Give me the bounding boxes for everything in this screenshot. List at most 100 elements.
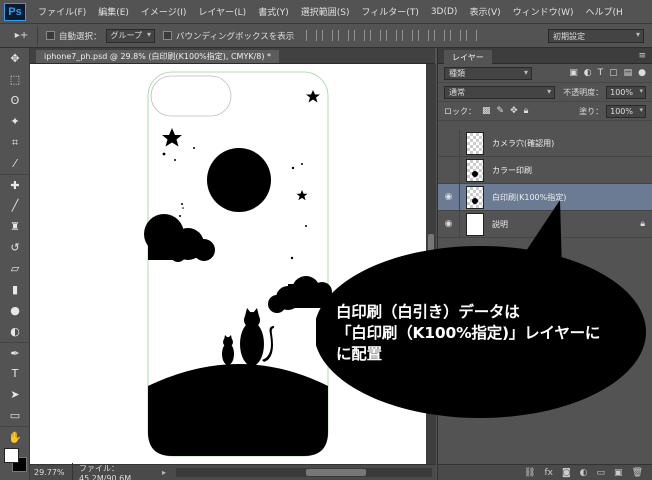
align-top-icon[interactable] xyxy=(306,30,318,41)
menu-edit[interactable]: 編集(E) xyxy=(92,5,135,18)
shape-tool-icon[interactable]: ▭ xyxy=(0,405,30,426)
visibility-toggle[interactable]: ◉ xyxy=(438,156,460,184)
align-center-icon[interactable] xyxy=(370,30,382,41)
lock-icons: ▩ ✎ ✥ 🔒︎ xyxy=(482,106,528,116)
layer-row[interactable]: ◉ カラー印刷 xyxy=(438,156,652,184)
filter-kind-dropdown[interactable]: 種類 xyxy=(444,66,532,80)
pixel-filter-icon[interactable]: ▣ xyxy=(569,68,578,78)
align-middle-icon[interactable] xyxy=(322,30,334,41)
distribute-bottom-icon[interactable] xyxy=(434,30,446,41)
shape-filter-icon[interactable]: ▢ xyxy=(609,68,618,78)
path-selection-tool-icon[interactable]: ➤ xyxy=(0,384,30,405)
distribute-center-icon[interactable] xyxy=(466,30,478,41)
lock-position-icon[interactable]: ✥ xyxy=(510,106,518,116)
move-tool-icon[interactable]: ✥ xyxy=(0,48,30,69)
menu-3d[interactable]: 3D(D) xyxy=(425,7,464,17)
distribute-left-icon[interactable] xyxy=(450,30,462,41)
callout-line: に配置 xyxy=(336,345,382,363)
bounding-box-checkbox[interactable] xyxy=(163,31,173,40)
marquee-tool-icon[interactable]: ⬚ xyxy=(0,69,30,90)
callout-line: 白印刷（白引き）データは xyxy=(336,303,520,321)
auto-select-checkbox[interactable] xyxy=(46,31,55,40)
lock-all-icon[interactable]: 🔒︎ xyxy=(524,106,529,116)
visibility-toggle[interactable]: ◉ xyxy=(438,129,460,157)
menu-layer[interactable]: レイヤー(L) xyxy=(192,5,252,18)
filter-icons: ▣ ◐ T ▢ ▤ ● xyxy=(569,68,646,78)
menu-file[interactable]: ファイル(F) xyxy=(32,5,92,18)
lock-row: ロック： ▩ ✎ ✥ 🔒︎ 塗り： 100% xyxy=(438,102,652,121)
workspace-dropdown[interactable]: 初期設定 xyxy=(548,29,644,43)
lasso-tool-icon[interactable]: ʘ xyxy=(0,90,30,111)
align-right-icon[interactable] xyxy=(386,30,398,41)
eye-icon: ◉ xyxy=(438,165,459,175)
color-swatches[interactable] xyxy=(4,448,28,474)
auto-select-dropdown[interactable]: グループ xyxy=(105,28,156,43)
layers-panel-tabs: レイヤー ≡ xyxy=(438,48,652,64)
opacity-label: 不透明度： xyxy=(563,87,604,97)
star-shape xyxy=(296,190,308,201)
lock-pixels-icon[interactable]: ✎ xyxy=(497,106,505,116)
crop-tool-icon[interactable]: ⌗ xyxy=(0,132,30,153)
lock-label: ロック： xyxy=(444,106,476,116)
file-size-info: ファイル：45.2M/90.6M xyxy=(72,462,162,480)
document-tab[interactable]: iphone7_ph.psd @ 29.8% (白印刷(K100%指定), CM… xyxy=(36,50,280,63)
panel-menu-icon[interactable]: ≡ xyxy=(638,51,646,61)
star-shape xyxy=(306,90,320,103)
distribute-top-icon[interactable] xyxy=(402,30,414,41)
menu-type[interactable]: 書式(Y) xyxy=(252,5,295,18)
clone-stamp-tool-icon[interactable]: ♜ xyxy=(0,216,30,237)
smart-object-filter-icon[interactable]: ▤ xyxy=(624,68,633,78)
filter-row: 種類 ▣ ◐ T ▢ ▤ ● xyxy=(438,64,652,83)
hand-tool-icon[interactable]: ✋ xyxy=(0,426,30,447)
distribute-middle-icon[interactable] xyxy=(418,30,430,41)
eraser-tool-icon[interactable]: ▱ xyxy=(0,258,30,279)
magic-wand-tool-icon[interactable]: ✦ xyxy=(0,111,30,132)
type-tool-icon[interactable]: T xyxy=(0,363,30,384)
adjustment-filter-icon[interactable]: ◐ xyxy=(584,68,592,78)
healing-brush-tool-icon[interactable]: ✚ xyxy=(0,174,30,195)
callout-text: 白印刷（白引き）データは 「白印刷（K100%指定)」レイヤーに に配置 xyxy=(336,302,652,365)
opacity-value: 100% xyxy=(610,87,633,97)
layer-row[interactable]: ◉ カメラ穴(確認用) xyxy=(438,129,652,157)
foreground-color-swatch[interactable] xyxy=(4,448,19,463)
auto-select-value: グループ xyxy=(110,31,143,40)
pen-tool-icon[interactable]: ✒ xyxy=(0,342,30,363)
menu-window[interactable]: ウィンドウ(W) xyxy=(507,5,580,18)
photoshop-logo: Ps xyxy=(4,2,26,21)
blur-tool-icon[interactable]: ● xyxy=(0,300,30,321)
align-left-icon[interactable] xyxy=(354,30,366,41)
blend-mode-dropdown[interactable]: 通常 xyxy=(444,85,556,99)
options-bar: ▸+ 自動選択： グループ バウンディングボックスを表示 初期設定 xyxy=(0,24,652,48)
menu-filter[interactable]: フィルター(T) xyxy=(355,5,424,18)
filter-toggle-icon[interactable]: ● xyxy=(638,68,646,78)
fill-label: 塗り： xyxy=(579,106,604,116)
star-shape xyxy=(162,128,182,147)
camera-hole-outline xyxy=(150,75,232,117)
lock-transparency-icon[interactable]: ▩ xyxy=(482,106,491,116)
status-arrow-icon[interactable]: ▸ xyxy=(162,468,176,477)
brush-tool-icon[interactable]: ╱ xyxy=(0,195,30,216)
filter-kind-value: 種類 xyxy=(449,68,465,78)
layer-name: カラー印刷 xyxy=(492,165,532,175)
menu-select[interactable]: 選択範囲(S) xyxy=(295,5,356,18)
menu-bar: Ps ファイル(F) 編集(E) イメージ(I) レイヤー(L) 書式(Y) 選… xyxy=(0,0,652,24)
align-buttons xyxy=(306,30,478,41)
layers-tab[interactable]: レイヤー xyxy=(444,50,492,64)
menu-view[interactable]: 表示(V) xyxy=(463,5,506,18)
history-brush-tool-icon[interactable]: ↺ xyxy=(0,237,30,258)
moon-shape xyxy=(207,148,271,212)
callout-line: 「白印刷（K100%指定)」レイヤーに xyxy=(336,324,601,342)
type-filter-icon[interactable]: T xyxy=(598,68,604,78)
dodge-tool-icon[interactable]: ◐ xyxy=(0,321,30,342)
eyedropper-tool-icon[interactable]: ⁄ xyxy=(0,153,30,174)
blend-mode-value: 通常 xyxy=(449,87,465,97)
zoom-level[interactable]: 29.77% xyxy=(30,468,72,477)
eye-icon: ◉ xyxy=(438,138,459,148)
gradient-tool-icon[interactable]: ▮ xyxy=(0,279,30,300)
move-tool-preset-icon[interactable]: ▸+ xyxy=(6,26,38,45)
align-bottom-icon[interactable] xyxy=(338,30,350,41)
fill-field[interactable]: 100% xyxy=(606,104,646,118)
menu-image[interactable]: イメージ(I) xyxy=(135,5,193,18)
menu-help[interactable]: ヘルプ(H xyxy=(580,5,629,18)
opacity-field[interactable]: 100% xyxy=(606,85,646,99)
